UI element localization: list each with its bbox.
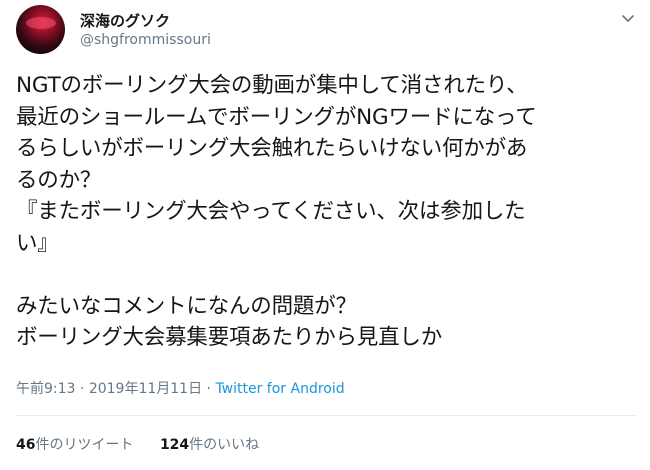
tweet-text-line: るのか？ <box>16 167 102 193</box>
tweet-meta: 午前9:13 · 2019年11月11日 · Twitter for Andro… <box>16 378 345 398</box>
chevron-down-icon[interactable] <box>620 10 636 26</box>
tweet-text-line: 最近のショールームでボーリングがNGワードになって <box>16 104 537 130</box>
retweets-label: 件のリツイート <box>35 437 134 453</box>
tweet-text-line: ボーリング大会募集要項あたりから見直しか <box>16 325 443 350</box>
tweet-text-line: NGTのボーリング大会の動画が集中して消されたり、 <box>16 73 528 98</box>
tweet-text-line: みたいなコメントになんの問題が？ <box>16 293 357 319</box>
tweet-text-line: 『またボーリング大会やってください、次は参加した <box>16 199 526 224</box>
retweets-stat[interactable]: 46件のリツイート <box>16 434 133 454</box>
divider <box>16 415 636 416</box>
meta-separator: · <box>75 381 89 397</box>
tweet-card: 深海のグソク @shgfrommissouri NGTのボーリング大会の動画が集… <box>0 0 650 470</box>
tweet-stats: 46件のリツイート 124件のいいね <box>16 434 281 454</box>
tweet-text-line: るらしいがボーリング大会触れたらいけない何かがあ <box>16 136 528 161</box>
author-handle[interactable]: @shgfrommissouri <box>80 32 211 48</box>
retweets-count: 46 <box>16 437 36 453</box>
tweet-text-line <box>16 259 641 291</box>
tweet-text: NGTのボーリング大会の動画が集中して消されたり、 最近のショールームでボーリン… <box>16 70 641 354</box>
avatar[interactable] <box>16 5 65 54</box>
author-display-name[interactable]: 深海のグソク <box>80 10 170 31</box>
tweet-date[interactable]: 2019年11月11日 <box>89 381 202 397</box>
tweet-source-link[interactable]: Twitter for Android <box>215 381 344 397</box>
tweet-text-line: い』 <box>16 230 59 256</box>
likes-label: 件のいいね <box>189 437 260 453</box>
meta-separator: · <box>202 381 216 397</box>
tweet-time[interactable]: 午前9:13 <box>16 381 75 397</box>
avatar-fish-image <box>26 17 56 29</box>
likes-stat[interactable]: 124件のいいね <box>160 434 259 454</box>
likes-count: 124 <box>159 437 190 453</box>
